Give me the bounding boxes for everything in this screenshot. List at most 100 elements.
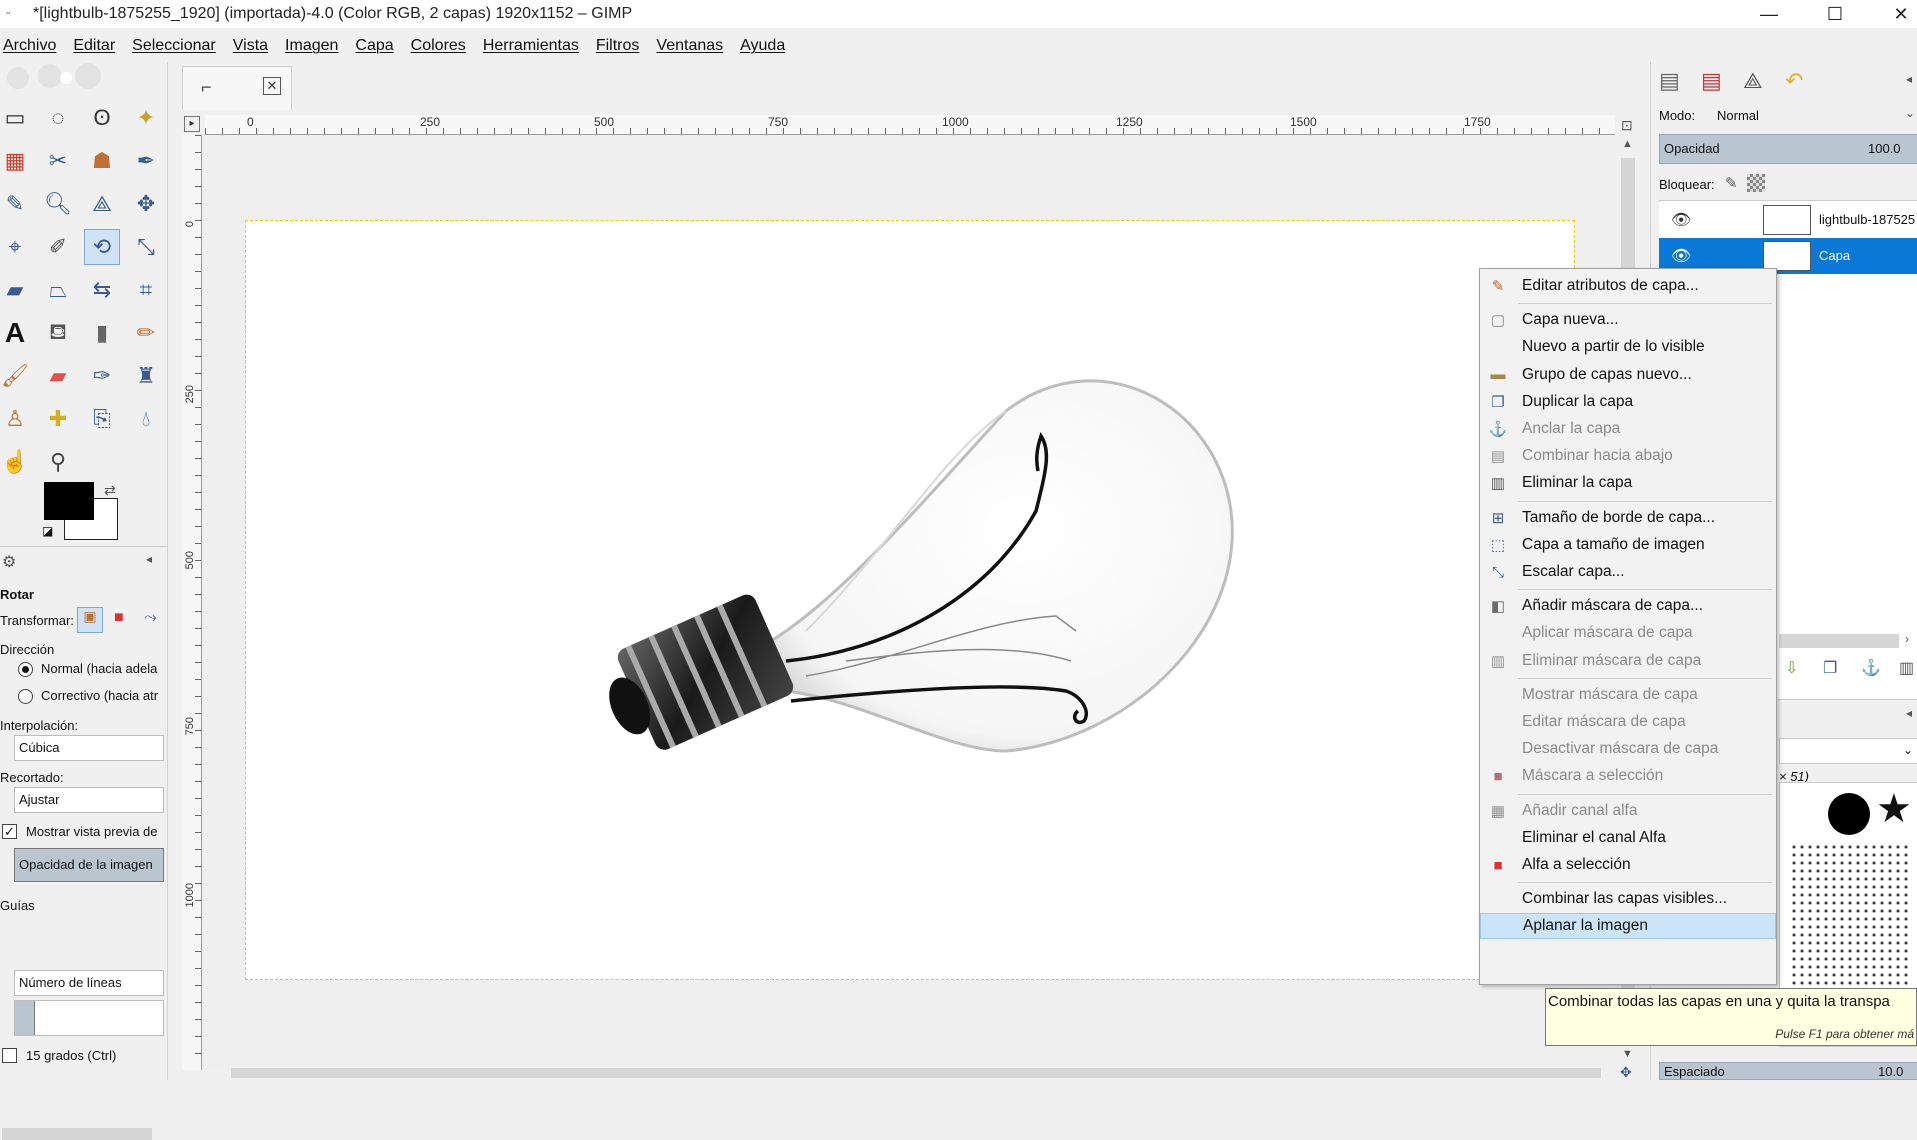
ink-tool-icon[interactable]: ♜ (128, 358, 164, 394)
zoom-tool-icon[interactable]: 🔍︎ (40, 186, 76, 222)
measure-tool-icon[interactable]: ⟁ (84, 186, 120, 222)
layer-visibility-eye-icon[interactable]: 👁︎ (1671, 246, 1691, 266)
context-menu-item[interactable]: ■ Alfa a selección (1480, 852, 1776, 878)
clone-tool-icon[interactable]: ♙ (0, 401, 33, 437)
transform-selection-icon[interactable]: ■ (114, 609, 124, 627)
paintbrush-tool-icon[interactable]: 🖌︎ (0, 358, 33, 394)
scissors-tool-icon[interactable]: ✂ (40, 143, 76, 179)
context-menu-item[interactable]: Aplanar la imagen (1480, 913, 1776, 940)
app-menu-icon[interactable]: ᵕ (6, 6, 11, 20)
maximize-button[interactable]: ☐ (1807, 0, 1863, 28)
context-menu-item[interactable]: Aplicar máscara de capa (1480, 620, 1776, 646)
layer-row[interactable]: 👁︎ lightbulb-187525 (1659, 202, 1917, 238)
lower-layer-icon[interactable]: ⇩ (1785, 658, 1798, 678)
image-canvas[interactable] (245, 220, 1575, 980)
menu-ventanas[interactable]: Ventanas (656, 37, 723, 55)
image-opacity-slider[interactable]: Opacidad de la imagen (14, 848, 164, 882)
brushes-menu-icon[interactable]: ◂ (1906, 706, 1912, 720)
flip-tool-icon[interactable]: ⇆ (84, 272, 120, 308)
blur-tool-icon[interactable]: 💧︎ (128, 401, 164, 437)
close-tab-icon[interactable]: ✕ (263, 77, 281, 95)
mode-dropdown-icon[interactable]: ⌄ (1905, 106, 1915, 120)
scroll-right-icon[interactable]: › (1905, 632, 1909, 646)
paths-tool-icon[interactable]: ✒ (128, 143, 164, 179)
select-by-color-tool-icon[interactable]: ▦ (0, 143, 33, 179)
rotate-tool-icon[interactable]: ⟲ (84, 229, 120, 265)
brush-filter-select[interactable]: ⌄ (1779, 738, 1917, 764)
transform-path-icon[interactable]: ⤳ (144, 609, 157, 627)
lock-pixels-icon[interactable]: ✎ (1725, 174, 1738, 192)
menu-seleccionar[interactable]: Seleccionar (132, 37, 216, 55)
dock-menu-icon[interactable]: ◂ (1906, 72, 1912, 86)
zoom-fit-icon[interactable]: ⊡ (1621, 117, 1633, 134)
context-menu-item[interactable]: ▤ Combinar hacia abajo (1480, 443, 1776, 469)
menu-ayuda[interactable]: Ayuda (740, 37, 785, 55)
gradient-tool-icon[interactable]: ▮ (84, 315, 120, 351)
context-menu-item[interactable]: ⬚ Capa a tamaño de imagen (1480, 532, 1776, 558)
layers-scrollbar[interactable] (1779, 634, 1899, 648)
duplicate-layer-icon[interactable]: ❐ (1823, 658, 1837, 678)
foreground-color-swatch[interactable] (44, 482, 94, 520)
context-menu-item[interactable]: ⊞ Tamaño de borde de capa... (1480, 505, 1776, 531)
cage-transform-tool-icon[interactable]: ⌗ (128, 272, 164, 308)
close-button[interactable]: ✕ (1873, 0, 1917, 28)
layer-visibility-eye-icon[interactable]: 👁︎ (1671, 210, 1691, 230)
context-menu-item[interactable]: ▬ Grupo de capas nuevo... (1480, 362, 1776, 388)
delete-layer-icon[interactable]: ▥ (1899, 658, 1914, 678)
tool-options-tab-icon[interactable]: ⚙ (2, 552, 16, 572)
menu-herramientas[interactable]: Herramientas (483, 37, 579, 55)
direction-normal-radio[interactable] (18, 662, 33, 677)
menu-filtros[interactable]: Filtros (596, 37, 640, 55)
navigate-icon[interactable]: ✥ (1620, 1064, 1632, 1081)
heal-tool-icon[interactable]: ✚ (40, 401, 76, 437)
ellipse-select-tool-icon[interactable]: ◌ (40, 100, 76, 136)
menu-capa[interactable]: Capa (355, 37, 393, 55)
bucket-fill-tool-icon[interactable]: ⛾ (40, 315, 76, 351)
toolbox-scrollbar[interactable] (2, 1128, 152, 1140)
fuzzy-select-tool-icon[interactable]: ✦ (128, 100, 164, 136)
pencil-tool-icon[interactable]: ✏ (128, 315, 164, 351)
quick-mask-icon[interactable]: ▸ (184, 116, 200, 132)
brush-star-icon[interactable]: ★ (1876, 789, 1912, 829)
menu-colores[interactable]: Colores (411, 37, 466, 55)
perspective-clone-tool-icon[interactable]: ⎘ (84, 401, 120, 437)
context-menu-item[interactable]: ❐ Duplicar la capa (1480, 389, 1776, 415)
shear-tool-icon[interactable]: ▰ (0, 272, 33, 308)
scroll-down-icon[interactable]: ▼ (1622, 1048, 1633, 1060)
mode-select[interactable]: Normal (1717, 108, 1759, 123)
eraser-tool-icon[interactable]: ▰ (40, 358, 76, 394)
crop-tool-icon[interactable]: ✐ (40, 229, 76, 265)
brush-circle-icon[interactable] (1828, 793, 1870, 835)
menu-editar[interactable]: Editar (73, 37, 115, 55)
menu-archivo[interactable]: Archivo (3, 37, 56, 55)
brush-spacing-slider[interactable]: Espaciado 10.0 (1659, 1062, 1917, 1080)
default-colors-icon[interactable]: ◪ (42, 524, 53, 538)
layer-opacity-slider[interactable]: Opacidad 100.0 (1659, 134, 1917, 164)
context-menu-item[interactable]: Editar máscara de capa (1480, 709, 1776, 735)
clipping-select[interactable]: Ajustar (14, 787, 164, 813)
scale-tool-icon[interactable]: ⤡ (128, 229, 164, 265)
smudge-tool-icon[interactable]: ☝ (0, 444, 33, 480)
context-menu-item[interactable]: ▦ Añadir canal alfa (1480, 798, 1776, 824)
context-menu-item[interactable]: ⤡ Escalar capa... (1480, 559, 1776, 585)
context-menu-item[interactable]: Eliminar el canal Alfa (1480, 825, 1776, 851)
fifteen-degrees-checkbox[interactable] (2, 1048, 17, 1063)
show-preview-checkbox[interactable]: ✓ (2, 824, 17, 839)
context-menu-item[interactable]: ✎ Editar atributos de capa... (1480, 273, 1776, 299)
context-menu-item[interactable]: ▥ Eliminar la capa (1480, 470, 1776, 496)
menu-imagen[interactable]: Imagen (285, 37, 338, 55)
undo-history-tab-icon[interactable]: ↶ (1785, 68, 1803, 94)
image-tab[interactable]: ⌐ ✕ (182, 66, 292, 110)
dodge-burn-tool-icon[interactable]: ⚲ (40, 444, 76, 480)
context-menu-item[interactable]: Nuevo a partir de lo visible (1480, 334, 1776, 360)
context-menu-item[interactable]: ◧ Añadir máscara de capa... (1480, 593, 1776, 619)
paths-tab-icon[interactable]: ⟁ (1743, 68, 1763, 94)
context-menu-item[interactable]: Combinar las capas visibles... (1480, 886, 1776, 912)
perspective-tool-icon[interactable]: ⏢ (40, 272, 76, 308)
free-select-tool-icon[interactable]: ʘ (84, 100, 120, 136)
color-picker-tool-icon[interactable]: ✎ (0, 186, 33, 222)
text-tool-icon[interactable]: A (0, 315, 33, 351)
horizontal-scroll-thumb[interactable] (231, 1068, 1601, 1078)
direction-corrective-radio[interactable] (18, 689, 33, 704)
context-menu-item[interactable]: ▢ Capa nueva... (1480, 307, 1776, 333)
